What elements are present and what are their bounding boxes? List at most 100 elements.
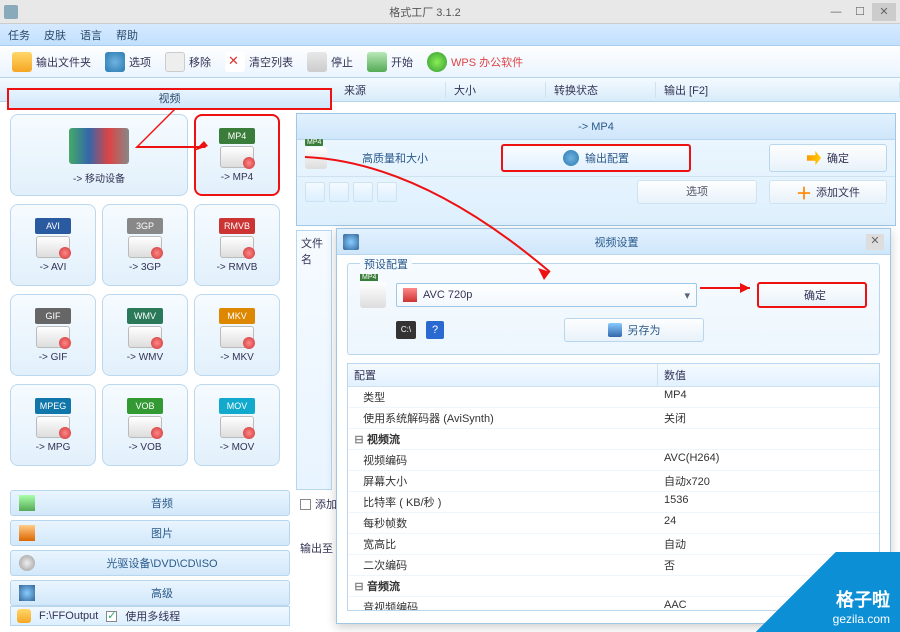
chevron-down-icon: ▾ (684, 289, 690, 302)
wps-icon (427, 52, 447, 72)
tile-3gp[interactable]: 3GP-> 3GP (102, 204, 188, 286)
play-icon (367, 52, 387, 72)
col-property[interactable]: 配置 (348, 364, 658, 386)
dialog-icon (343, 234, 359, 250)
col-source[interactable]: 来源 (336, 82, 446, 98)
picture-icon (19, 525, 35, 541)
col-output[interactable]: 输出 [F2] (656, 82, 900, 98)
tile-mpg[interactable]: MPEG-> MPG (10, 384, 96, 466)
wps-link[interactable]: WPS 办公软件 (421, 50, 529, 74)
cat-picture[interactable]: 图片 (10, 520, 290, 546)
titlebar: 格式工厂 3.1.2 — ☐ ✕ (0, 0, 900, 24)
col-size[interactable]: 大小 (446, 82, 546, 98)
preset-combobox[interactable]: AVC 720p▾ (396, 283, 697, 307)
dialog-title: 视频设置 (367, 234, 866, 250)
toolbar-icon-3[interactable] (353, 182, 373, 202)
format-tiles: -> 移动设备 MP4-> MP4 AVI-> AVI 3GP-> 3GP RM… (10, 114, 290, 484)
preset-item-icon (403, 288, 417, 302)
property-row[interactable]: 比特率 ( KB/秒 )1536 (348, 492, 879, 513)
plus-icon: ＋ (796, 180, 812, 204)
preset-fieldset: 预设配置 AVC 720p▾ 确定 C:\ ? 另存为 (347, 263, 880, 355)
maximize-button[interactable]: ☐ (848, 3, 872, 21)
minimize-button[interactable]: — (824, 3, 848, 21)
options-button[interactable]: 选项 (99, 50, 157, 74)
add-config-checkbox[interactable] (300, 499, 311, 510)
preset-file-icon (360, 282, 386, 308)
mp4-file-icon (305, 147, 327, 169)
property-row[interactable]: 使用系统解码器 (AviSynth)关闭 (348, 408, 879, 429)
menu-task[interactable]: 任务 (8, 27, 30, 43)
quality-label[interactable]: 高质量和大小 (335, 150, 455, 166)
mov-icon: MOV (219, 398, 255, 414)
property-row[interactable]: 屏幕大小自动x720 (348, 471, 879, 492)
tile-wmv[interactable]: WMV-> WMV (102, 294, 188, 376)
output-to-label: 输出至 (300, 540, 333, 556)
vob-icon: VOB (127, 398, 163, 414)
start-button[interactable]: 开始 (361, 50, 419, 74)
cat-advanced[interactable]: 高级 (10, 580, 290, 606)
watermark: 格子啦 gezila.com (740, 552, 900, 632)
disc-icon (19, 555, 35, 571)
ok-button[interactable]: 确定 (769, 144, 887, 172)
mp4-icon: MP4 (219, 128, 255, 144)
menu-skin[interactable]: 皮肤 (44, 27, 66, 43)
help-button[interactable]: ? (426, 321, 444, 339)
footer-bar: F:\FFOutput 使用多线程 (10, 606, 290, 626)
tile-mobile[interactable]: -> 移动设备 (10, 114, 188, 196)
tile-vob[interactable]: VOB-> VOB (102, 384, 188, 466)
col-value[interactable]: 数值 (658, 364, 692, 386)
disk-icon (608, 323, 622, 337)
mp4-panel: -> MP4 高质量和大小 输出配置 确定 选项 ＋添加文件 (296, 113, 896, 226)
property-row[interactable]: ⊟ 视频流 (348, 429, 879, 450)
toolbar-icon-2[interactable] (329, 182, 349, 202)
toolbar: 输出文件夹 选项 移除 清空列表 停止 开始 WPS 办公软件 (0, 46, 900, 78)
property-row[interactable]: 类型MP4 (348, 387, 879, 408)
options-button-2[interactable]: 选项 (637, 180, 757, 204)
clear-icon (225, 52, 245, 72)
file-column-strip: 文件名 (296, 230, 332, 490)
folder-icon (12, 52, 32, 72)
tile-mkv[interactable]: MKV-> MKV (194, 294, 280, 376)
app-icon (4, 5, 18, 19)
advanced-icon (19, 585, 35, 601)
cat-disc[interactable]: 光驱设备\DVD\CD\ISO (10, 550, 290, 576)
toolbar-icon-4[interactable] (377, 182, 397, 202)
output-config-button[interactable]: 输出配置 (501, 144, 691, 172)
property-row[interactable]: 每秒帧数24 (348, 513, 879, 534)
col-status[interactable]: 转换状态 (546, 82, 656, 98)
menubar: 任务 皮肤 语言 帮助 (0, 24, 900, 46)
dialog-ok-button[interactable]: 确定 (757, 282, 867, 308)
cat-audio[interactable]: 音频 (10, 490, 290, 516)
close-button[interactable]: ✕ (872, 3, 896, 21)
output-path[interactable]: F:\FFOutput (39, 610, 98, 622)
rmvb-icon: RMVB (219, 218, 255, 234)
add-file-button[interactable]: ＋添加文件 (769, 180, 887, 204)
menu-help[interactable]: 帮助 (116, 27, 138, 43)
tile-avi[interactable]: AVI-> AVI (10, 204, 96, 286)
window-title: 格式工厂 3.1.2 (26, 4, 824, 20)
devices-icon (69, 128, 129, 164)
property-row[interactable]: 视频编码AVC(H264) (348, 450, 879, 471)
toolbar-icon-1[interactable] (305, 182, 325, 202)
tab-video[interactable]: 视频 (7, 88, 332, 110)
tile-mp4[interactable]: MP4-> MP4 (194, 114, 280, 196)
stop-icon (307, 52, 327, 72)
3gp-icon: 3GP (127, 218, 163, 234)
menu-lang[interactable]: 语言 (80, 27, 102, 43)
clear-list-button[interactable]: 清空列表 (219, 50, 299, 74)
remove-button[interactable]: 移除 (159, 50, 217, 74)
gear-icon (563, 150, 579, 166)
audio-icon (19, 495, 35, 511)
mpg-icon: MPEG (35, 398, 71, 414)
gear-icon (105, 52, 125, 72)
cmd-icon[interactable]: C:\ (396, 321, 416, 339)
tile-mov[interactable]: MOV-> MOV (194, 384, 280, 466)
tile-gif[interactable]: GIF-> GIF (10, 294, 96, 376)
save-as-button[interactable]: 另存为 (564, 318, 704, 342)
dialog-close-button[interactable]: ✕ (866, 234, 884, 250)
multithread-checkbox[interactable] (106, 611, 117, 622)
stop-button[interactable]: 停止 (301, 50, 359, 74)
mp4-panel-title: -> MP4 (297, 114, 895, 140)
tile-rmvb[interactable]: RMVB-> RMVB (194, 204, 280, 286)
output-folder-button[interactable]: 输出文件夹 (6, 50, 97, 74)
